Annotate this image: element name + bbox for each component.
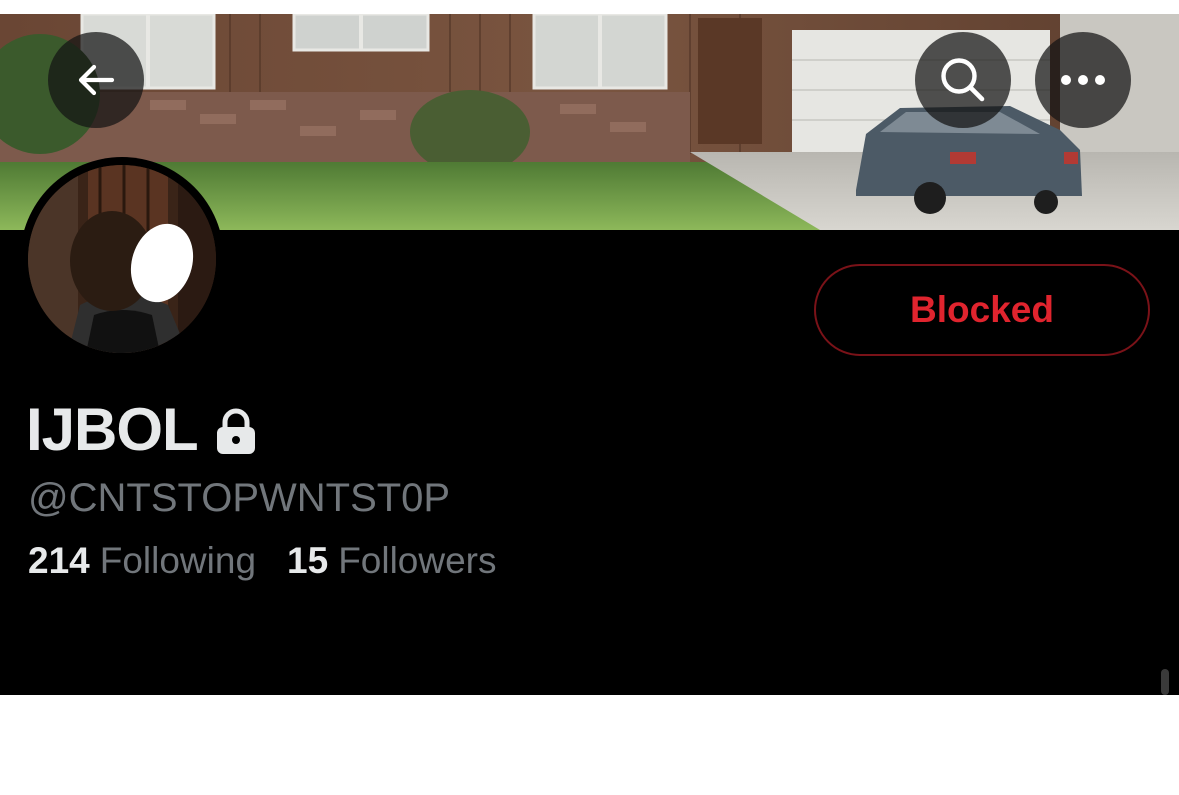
more-button[interactable] [1035,32,1131,128]
profile-handle: @CNTSTOPWNTST0P [28,476,451,520]
profile-screen: Blocked IJBOL @CNTSTOPWNTST0P 214 Follow… [0,14,1179,695]
followers-label: Followers [338,540,497,581]
blocked-button[interactable]: Blocked [814,264,1150,356]
back-button[interactable] [48,32,144,128]
scrollbar[interactable] [1161,669,1169,695]
search-icon [941,58,985,102]
display-name: IJBOL [26,395,199,463]
blocked-button-label: Blocked [910,289,1054,330]
profile-stats: 214 Following 15 Followers [28,540,497,582]
avatar-image [28,165,216,353]
arrow-left-icon [78,64,115,96]
lock-icon [216,408,255,454]
following-label: Following [99,540,257,581]
following-count: 214 [28,540,90,581]
more-horizontal-icon [1061,75,1105,85]
profile-avatar[interactable] [20,157,224,361]
following-link[interactable]: 214 Following [28,540,256,582]
search-button[interactable] [915,32,1011,128]
followers-link[interactable]: 15 Followers [287,540,496,582]
profile-name-row: IJBOL [26,394,256,464]
followers-count: 15 [287,540,329,581]
